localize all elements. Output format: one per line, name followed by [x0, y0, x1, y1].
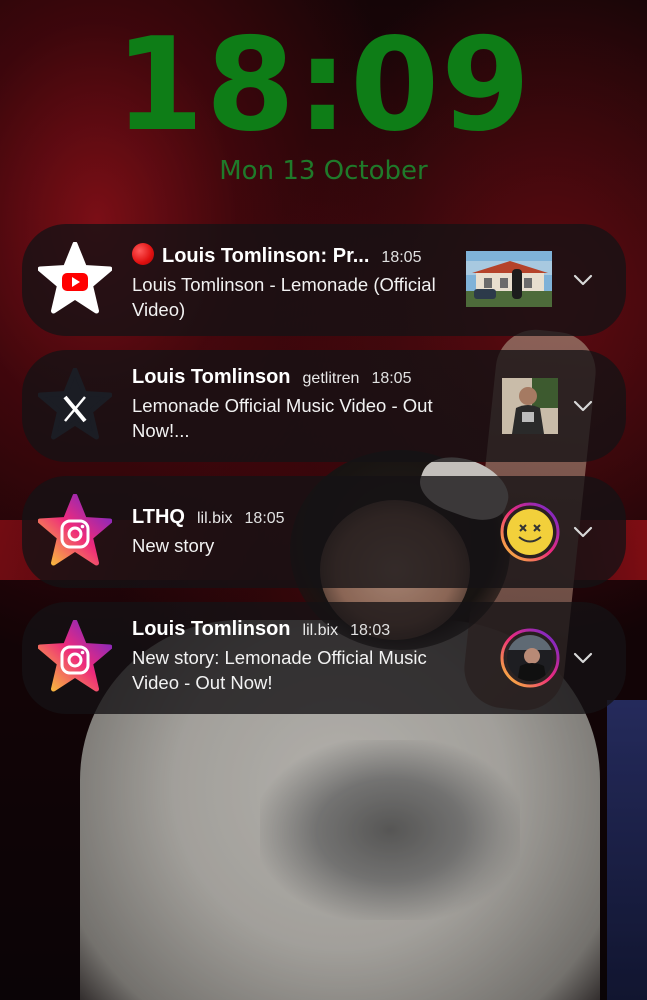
expand-chevron-icon[interactable] — [572, 395, 594, 417]
expand-chevron-icon[interactable] — [572, 521, 594, 543]
notification-title: Louis Tomlinson: Pr... — [162, 245, 370, 267]
notification-account: getlitren — [302, 370, 360, 387]
notification-title: LTHQ — [132, 506, 185, 528]
story-avatar — [500, 502, 560, 562]
image-thumbnail — [502, 378, 558, 434]
instagram-icon — [38, 494, 112, 568]
notification-time: 18:03 — [350, 622, 391, 639]
red-circle-icon — [132, 243, 154, 265]
video-thumbnail — [466, 251, 552, 307]
notification-text: Lemonade Official Music Video - Out Now!… — [132, 395, 433, 441]
x-icon — [38, 368, 112, 442]
notification-title: Louis Tomlinson — [132, 618, 291, 640]
notification-instagram-lthq[interactable]: LTHQ lil.bix 18:05 New story — [22, 476, 626, 588]
expand-chevron-icon[interactable] — [572, 647, 594, 669]
instagram-icon — [38, 620, 112, 694]
notification-instagram-louis[interactable]: Louis Tomlinson lil.bix 18:03 New story:… — [22, 602, 626, 714]
notification-time: 18:05 — [244, 510, 285, 527]
notification-text: New story: Lemonade Official Music Video… — [132, 647, 427, 693]
notification-account: lil.bix — [196, 510, 233, 527]
notification-x[interactable]: Louis Tomlinson getlitren 18:05 Lemonade… — [22, 350, 626, 462]
notification-youtube[interactable]: Louis Tomlinson: Pr... 18:05 Louis Tomli… — [22, 224, 626, 336]
youtube-icon — [38, 242, 112, 316]
notification-text: Louis Tomlinson - Lemonade (Official Vid… — [132, 274, 436, 320]
expand-chevron-icon[interactable] — [572, 269, 594, 291]
lockscreen-date: Mon 13 October — [219, 156, 428, 186]
notification-account: lil.bix — [302, 622, 339, 639]
notification-title: Louis Tomlinson — [132, 366, 291, 388]
lockscreen-clock: 18:09 — [114, 11, 533, 160]
story-avatar — [500, 628, 560, 688]
notification-time: 18:05 — [371, 370, 412, 387]
notification-text: New story — [132, 535, 215, 556]
notification-time: 18:05 — [381, 249, 422, 266]
